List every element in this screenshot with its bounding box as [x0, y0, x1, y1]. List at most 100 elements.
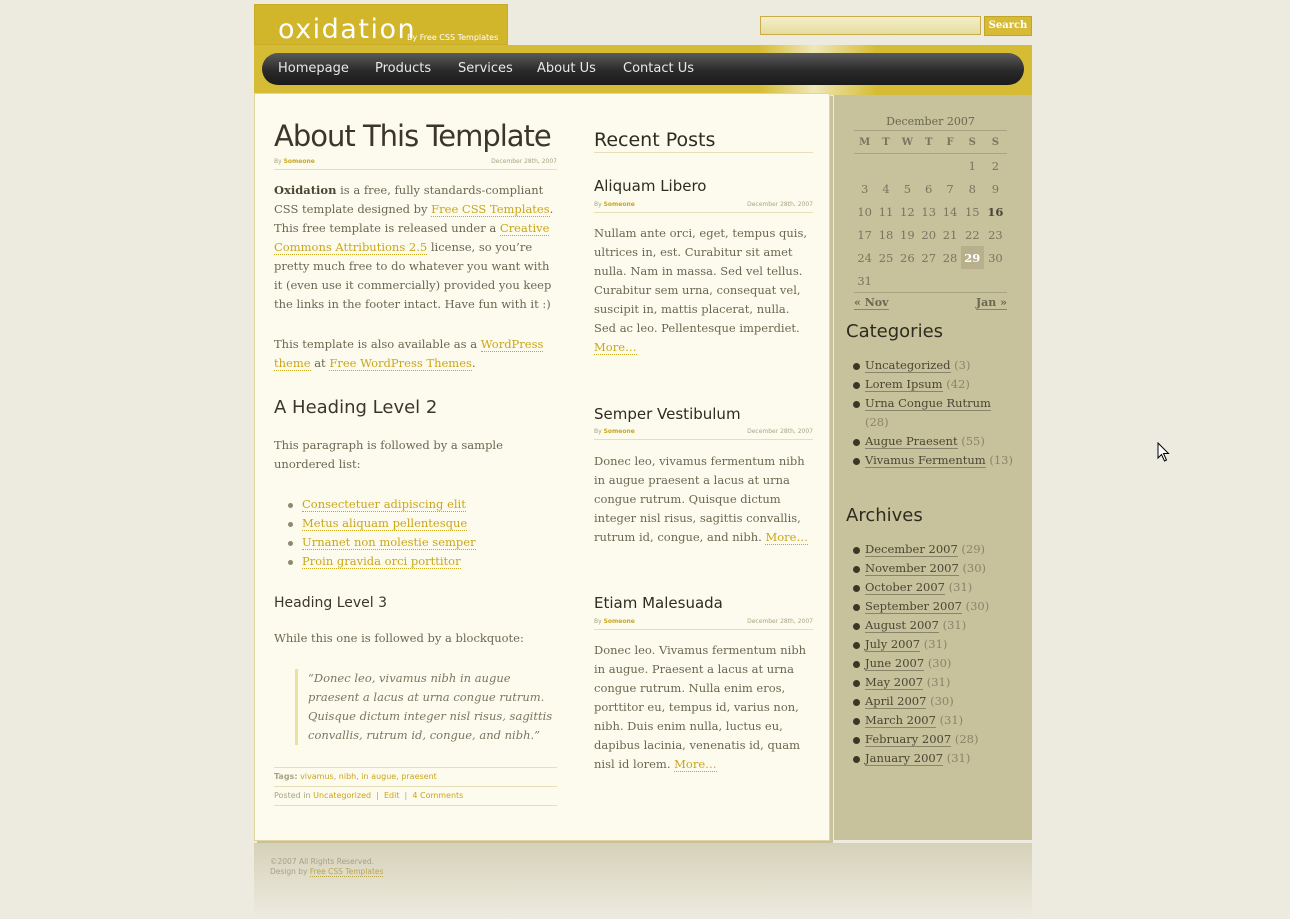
- archives-link[interactable]: December 2007: [865, 542, 958, 557]
- calendar-day: 29: [960, 246, 984, 269]
- post-author[interactable]: Someone: [604, 618, 635, 625]
- recent-post-body: Donec leo. Vivamus fermentum nibh in aug…: [594, 641, 812, 774]
- categories-link[interactable]: Vivamus Fermentum: [865, 453, 986, 468]
- calendar-day: [961, 269, 984, 292]
- page-wrapper: oxidation By Free CSS Templates Search H…: [254, 0, 1032, 919]
- tag-link[interactable]: nibh: [339, 772, 356, 781]
- categories-item: Augue Praesent (55): [853, 432, 1013, 451]
- archives-link[interactable]: April 2007: [865, 694, 927, 709]
- archives-link[interactable]: July 2007: [865, 637, 921, 652]
- by-label: By: [594, 428, 602, 435]
- categories-link[interactable]: Augue Praesent: [865, 434, 958, 449]
- list-item: Consectetuer adipiscing elit: [288, 495, 548, 514]
- tag-link[interactable]: in augue: [361, 772, 396, 781]
- post-author[interactable]: Someone: [284, 158, 315, 165]
- calendar-day[interactable]: 16: [984, 200, 1007, 223]
- calendar-day: 31: [857, 273, 872, 288]
- menu-item-contact-us[interactable]: Contact Us: [623, 61, 694, 77]
- logo[interactable]: oxidation By Free CSS Templates: [254, 4, 508, 45]
- calendar-day: 5: [903, 181, 912, 196]
- menu-item-products[interactable]: Products: [375, 61, 431, 77]
- blockquote: “Donec leo, vivamus nibh in augue praese…: [295, 669, 558, 745]
- archives-link[interactable]: November 2007: [865, 561, 959, 576]
- calendar-weekday: S: [983, 131, 1007, 154]
- list-link[interactable]: Metus aliquam pellentesque: [302, 516, 468, 531]
- calendar-day: 26: [900, 250, 915, 265]
- archives-link[interactable]: May 2007: [865, 675, 924, 690]
- category-link[interactable]: Uncategorized: [313, 791, 371, 800]
- comments-link[interactable]: 4 Comments: [412, 791, 463, 800]
- calendar-day: [984, 269, 1007, 292]
- more-link[interactable]: More…: [765, 530, 808, 545]
- archives-item: April 2007 (30): [853, 692, 1013, 711]
- calendar-day: 11: [878, 204, 894, 219]
- archives-link[interactable]: October 2007: [865, 580, 946, 595]
- list-item: Urnanet non molestie semper: [288, 533, 548, 552]
- archives-heading: Archives: [846, 505, 923, 526]
- archives-link[interactable]: August 2007: [865, 618, 939, 633]
- calendar-day: 20: [921, 227, 937, 242]
- para-text: .: [471, 356, 476, 370]
- archives-link[interactable]: March 2007: [865, 713, 936, 728]
- recent-post-body: Nullam ante orci, eget, tempus quis, ult…: [594, 224, 812, 357]
- calendar-day: 18: [878, 227, 894, 242]
- calendar: December 2007 MTWTFSS 1 2 3 4 5 6 7 8 9 10 11 12 13 1…: [854, 114, 1007, 311]
- heading-level-2: A Heading Level 2: [274, 397, 438, 418]
- free-css-templates-link[interactable]: Free CSS Templates: [431, 202, 550, 217]
- search-input[interactable]: [760, 16, 981, 35]
- para-text: at: [310, 356, 330, 370]
- categories-item: Lorem Ipsum (42): [853, 375, 1013, 394]
- post-author[interactable]: Someone: [604, 428, 635, 435]
- recent-post-meta: By Someone December 28th, 2007: [594, 200, 813, 213]
- calendar-day: 12: [900, 204, 915, 219]
- recent-post-title[interactable]: Semper Vestibulum: [594, 405, 741, 423]
- tags-label: Tags:: [274, 772, 298, 781]
- free-wordpress-themes-link[interactable]: Free WordPress Themes: [329, 356, 472, 371]
- main-menu: Homepage Products Services About Us Cont…: [262, 53, 1024, 85]
- recent-post-title[interactable]: Aliquam Libero: [594, 177, 707, 195]
- tag-link[interactable]: vivamus: [300, 772, 334, 781]
- tag-link[interactable]: praesent: [401, 772, 437, 781]
- archives-link[interactable]: January 2007: [865, 751, 944, 766]
- calendar-day: 13: [921, 204, 937, 219]
- list-item: Metus aliquam pellentesque: [288, 514, 548, 533]
- menu-item-about-us[interactable]: About Us: [537, 61, 596, 77]
- search-button[interactable]: Search: [984, 16, 1032, 36]
- calendar-prev-link[interactable]: « Nov: [854, 296, 889, 310]
- archives-link[interactable]: September 2007: [865, 599, 962, 614]
- calendar-table: MTWTFSS 1 2 3 4 5 6 7 8 9 10 11 12 13 14 15 16 17 18 19 20 2…: [854, 131, 1007, 292]
- intro-paragraph: Oxidation is a free, fully standards-com…: [274, 181, 556, 314]
- post-date: December 28th, 2007: [747, 618, 813, 625]
- calendar-day: [897, 269, 918, 292]
- recent-post-meta: By Someone December 28th, 2007: [594, 427, 813, 440]
- categories-link[interactable]: Uncategorized: [865, 358, 951, 373]
- calendar-weekday: S: [960, 131, 984, 154]
- recent-post-title[interactable]: Etiam Malesuada: [594, 594, 723, 612]
- more-link[interactable]: More…: [674, 757, 717, 772]
- archives-count: (30): [962, 561, 987, 575]
- list-link[interactable]: Proin gravida orci porttitor: [302, 554, 461, 569]
- calendar-weekday: M: [854, 131, 876, 154]
- categories-link[interactable]: Urna Congue Rutrum: [865, 396, 991, 411]
- archives-item: May 2007 (31): [853, 673, 1013, 692]
- archives-link[interactable]: June 2007: [865, 656, 925, 671]
- calendar-day: [918, 269, 939, 292]
- calendar-day: [854, 154, 875, 178]
- footer: ©2007 All Rights Reserved. Design by Fre…: [254, 843, 1032, 919]
- calendar-day: 30: [988, 250, 1003, 265]
- post-author[interactable]: Someone: [604, 201, 635, 208]
- categories-heading: Categories: [846, 321, 944, 342]
- list-link[interactable]: Urnanet non molestie semper: [302, 535, 476, 550]
- calendar-next-link[interactable]: Jan »: [975, 296, 1007, 310]
- categories-link[interactable]: Lorem Ipsum: [865, 377, 943, 392]
- edit-link[interactable]: Edit: [384, 791, 400, 800]
- archives-item: October 2007 (31): [853, 578, 1013, 597]
- list-link[interactable]: Consectetuer adipiscing elit: [302, 497, 466, 512]
- more-link[interactable]: More…: [594, 340, 637, 355]
- design-credit-link[interactable]: Free CSS Templates: [309, 867, 384, 877]
- menu-item-homepage[interactable]: Homepage: [278, 61, 349, 77]
- archives-link[interactable]: February 2007: [865, 732, 952, 747]
- menu-item-services[interactable]: Services: [458, 61, 513, 77]
- categories-count: (55): [961, 434, 985, 448]
- logo-title: oxidation: [278, 14, 417, 45]
